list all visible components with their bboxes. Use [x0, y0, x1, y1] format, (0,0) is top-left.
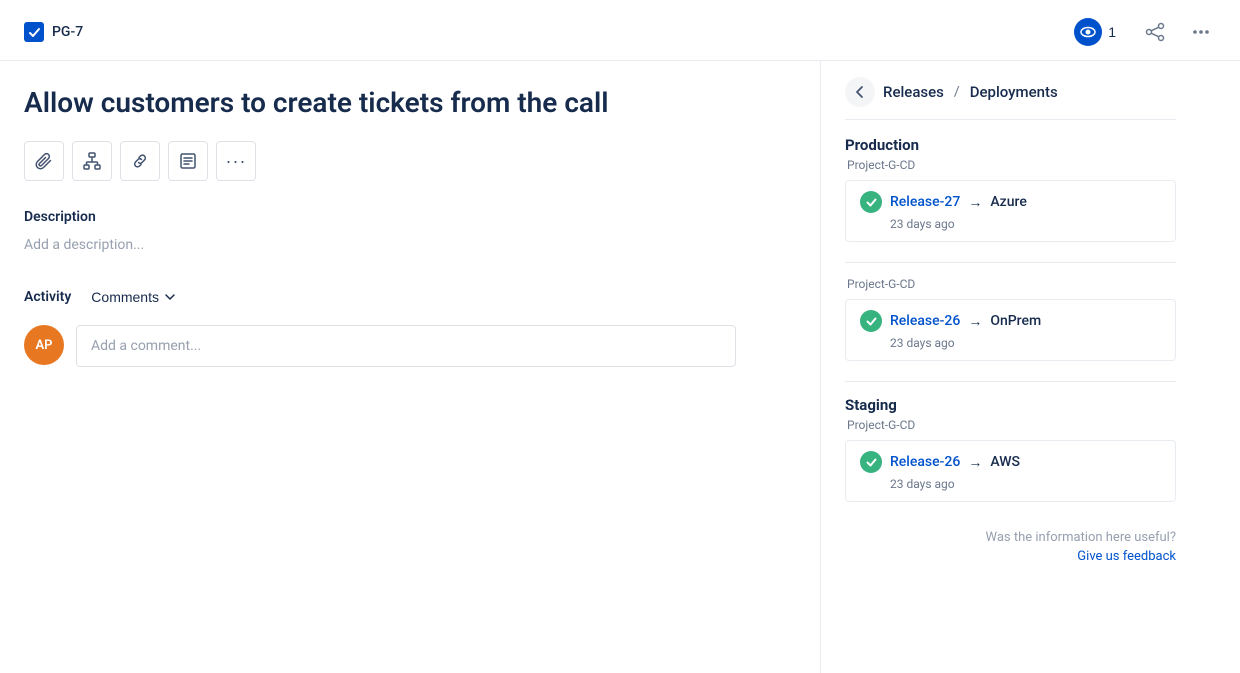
header-right: 1	[1066, 14, 1216, 50]
ticket-id: PG-7	[52, 24, 83, 40]
deployment-row-azure: Release-27 → Azure	[860, 191, 1161, 213]
azure-deploy-time: 23 days ago	[860, 217, 1161, 231]
comment-placeholder: Add a comment...	[91, 338, 201, 354]
feedback-section: Was the information here useful? Give us…	[845, 522, 1176, 564]
deployment-card-azure: Release-27 → Azure 23 days ago	[845, 180, 1176, 242]
azure-target: Azure	[990, 194, 1027, 210]
onprem-deploy-time: 23 days ago	[860, 336, 1161, 350]
onprem-project-label: Project-G-CD	[845, 277, 1176, 291]
release-26-aws-link[interactable]: Release-26	[890, 454, 960, 470]
toolbar: ···	[24, 141, 788, 181]
watchers-count: 1	[1108, 24, 1116, 40]
comment-input[interactable]: Add a comment...	[76, 325, 736, 367]
aws-target: AWS	[990, 454, 1020, 470]
staging-env-section: Staging Project-G-CD Release-26 → AWS 23…	[845, 396, 1176, 502]
eye-icon	[1074, 18, 1102, 46]
success-check-icon	[860, 191, 882, 213]
breadcrumb-deployments: Deployments	[970, 83, 1058, 101]
header-left: PG-7	[24, 22, 83, 42]
breadcrumb-separator: /	[954, 84, 960, 100]
watchers-button[interactable]: 1	[1066, 14, 1124, 50]
comments-filter-label: Comments	[91, 289, 159, 305]
user-avatar: AP	[24, 325, 64, 365]
production-env-section: Production Project-G-CD Release-27 → Azu…	[845, 136, 1176, 242]
description-label: Description	[24, 209, 788, 225]
arrow-icon-2: →	[968, 313, 982, 330]
onprem-env-section: Project-G-CD Release-26 → OnPrem 23 days…	[845, 277, 1176, 361]
activity-label: Activity	[24, 289, 71, 305]
deployment-row-aws: Release-26 → AWS	[860, 451, 1161, 473]
main-content: Allow customers to create tickets from t…	[0, 61, 1240, 673]
divider-1	[845, 262, 1176, 263]
comment-area: AP Add a comment...	[24, 325, 788, 367]
share-button[interactable]	[1140, 17, 1170, 47]
page-container: PG-7 1	[0, 0, 1240, 673]
hierarchy-button[interactable]	[72, 141, 112, 181]
feedback-link[interactable]: Give us feedback	[845, 549, 1176, 564]
onprem-target: OnPrem	[990, 313, 1041, 329]
activity-row: Activity Comments	[24, 285, 788, 309]
issue-title: Allow customers to create tickets from t…	[24, 85, 788, 121]
description-placeholder[interactable]: Add a description...	[24, 233, 788, 257]
attachment-button[interactable]	[24, 141, 64, 181]
deployment-card-aws: Release-26 → AWS 23 days ago	[845, 440, 1176, 502]
notes-button[interactable]	[168, 141, 208, 181]
ticket-checkbox-icon	[24, 22, 44, 42]
deployment-row-onprem: Release-26 → OnPrem	[860, 310, 1161, 332]
more-options-button[interactable]	[1186, 17, 1216, 47]
success-check-icon-3	[860, 451, 882, 473]
activity-section: Activity Comments AP Add a comment...	[24, 285, 788, 367]
production-project-label: Project-G-CD	[845, 158, 1176, 172]
staging-title: Staging	[845, 396, 1176, 414]
release-27-link[interactable]: Release-27	[890, 194, 960, 210]
release-26-onprem-link[interactable]: Release-26	[890, 313, 960, 329]
feedback-question: Was the information here useful?	[845, 530, 1176, 545]
description-section: Description Add a description...	[24, 209, 788, 257]
deployment-card-onprem: Release-26 → OnPrem 23 days ago	[845, 299, 1176, 361]
arrow-icon-3: →	[968, 454, 982, 471]
success-check-icon-2	[860, 310, 882, 332]
link-button[interactable]	[120, 141, 160, 181]
back-button[interactable]	[845, 77, 875, 107]
back-navigation: Releases / Deployments	[845, 77, 1176, 120]
more-toolbar-button[interactable]: ···	[216, 141, 256, 181]
aws-deploy-time: 23 days ago	[860, 477, 1161, 491]
production-title: Production	[845, 136, 1176, 154]
left-panel: Allow customers to create tickets from t…	[0, 61, 820, 673]
breadcrumb-releases: Releases	[883, 83, 944, 101]
arrow-icon: →	[968, 194, 982, 211]
header-bar: PG-7 1	[0, 0, 1240, 61]
staging-project-label: Project-G-CD	[845, 418, 1176, 432]
right-panel: Releases / Deployments Production Projec…	[820, 61, 1200, 673]
divider-2	[845, 381, 1176, 382]
comments-filter-dropdown[interactable]: Comments	[83, 285, 185, 309]
